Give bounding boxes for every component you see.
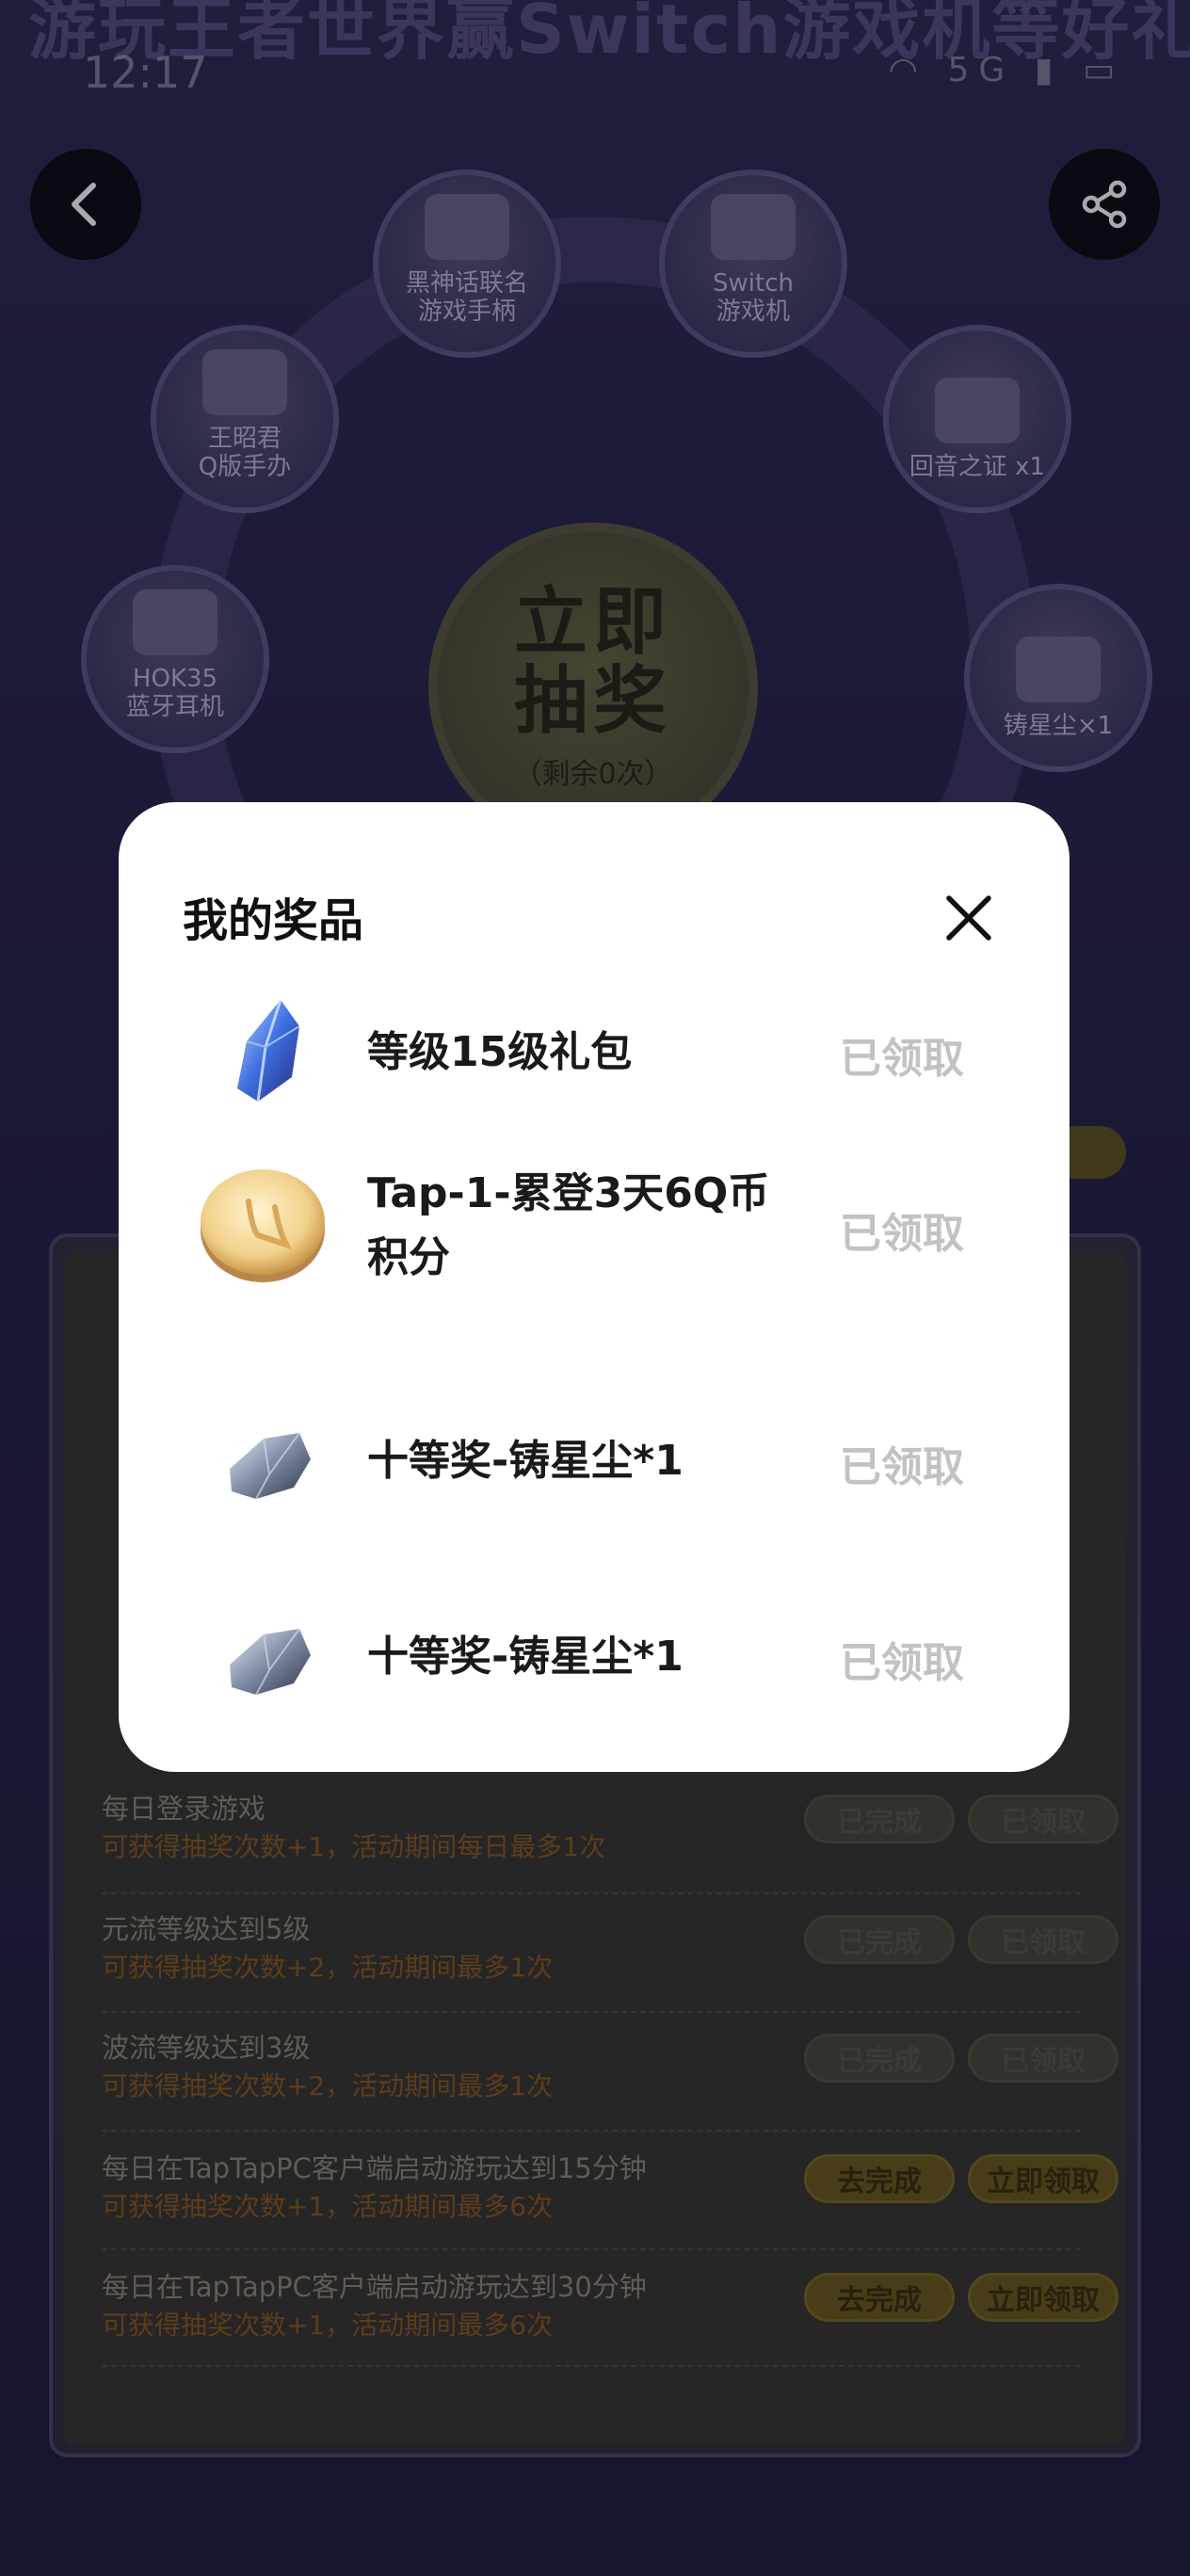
prize-status: 已领取 [840,1639,964,1687]
prize-list-item: Tap-1-累登3天6Q币积分 已领取 [119,1154,1069,1343]
prize-status: 已领取 [840,1210,964,1258]
prize-name: 等级15级礼包 [367,1028,633,1076]
dialog-title: 我的奖品 [183,894,364,947]
close-icon [946,895,991,941]
prize-list-item: 等级15级礼包 已领取 [119,977,1069,1128]
prize-name: Tap-1-累登3天6Q币积分 [367,1169,770,1281]
star-dust-stone-icon [230,1432,311,1500]
prize-name: 十等奖-铸星尘*1 [367,1633,683,1681]
star-dust-stone-icon [230,1628,311,1696]
prize-status: 已领取 [840,1035,964,1083]
prize-name: 十等奖-铸星尘*1 [367,1437,683,1485]
blue-crystal-icon [237,999,300,1103]
prize-list-item: 十等奖-铸星尘*1 已领取 [119,1397,1069,1548]
my-prizes-dialog: 我的奖品 等级15级礼包 已领取 Tap-1-累登3天6Q币积分 已领取 十等奖… [119,802,1069,1772]
prize-status: 已领取 [840,1443,964,1491]
close-button[interactable] [938,887,1000,949]
prize-list-item: 十等奖-铸星尘*1 已领取 [119,1593,1069,1744]
gold-coin-icon [201,1169,325,1282]
